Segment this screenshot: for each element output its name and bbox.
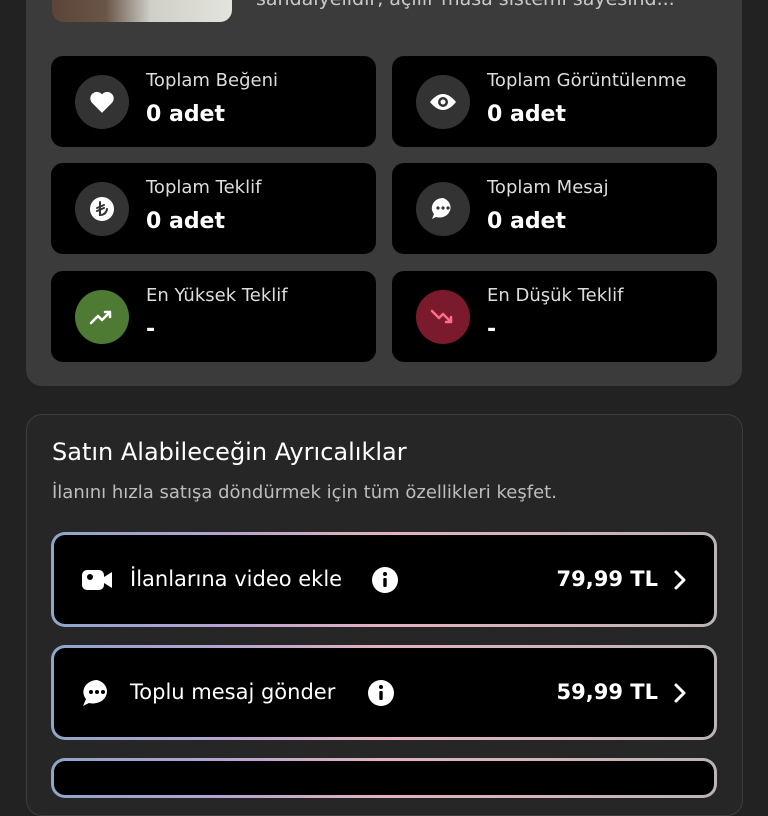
chat-bubble-icon	[80, 676, 114, 710]
privilege-price: 79,99 TL	[556, 567, 658, 591]
stat-value: 0 adet	[487, 209, 566, 234]
listing-description: sandalyelidir, açılır masa sistemi sayes…	[256, 0, 726, 10]
lira-icon	[75, 182, 129, 236]
stat-value: 0 adet	[146, 102, 225, 127]
stat-label: Toplam Teklif	[146, 177, 262, 198]
stat-label: En Düşük Teklif	[487, 285, 624, 306]
chevron-right-icon	[670, 565, 690, 595]
eye-icon	[416, 75, 470, 129]
privilege-bulk-message-button[interactable]: Toplu mesaj gönder 59,99 TL	[51, 645, 717, 740]
privileges-subtitle: İlanını hızla satışa döndürmek için tüm …	[52, 482, 557, 503]
stat-card-total-views: Toplam Görüntülenme 0 adet	[392, 56, 717, 147]
stat-label: Toplam Beğeni	[146, 70, 278, 91]
stat-card-total-likes: Toplam Beğeni 0 adet	[51, 56, 376, 147]
trend-down-icon	[416, 290, 470, 344]
video-camera-icon	[80, 563, 114, 597]
stat-value: -	[487, 317, 497, 342]
stat-label: Toplam Mesaj	[487, 177, 609, 198]
stat-card-lowest-offer: En Düşük Teklif -	[392, 271, 717, 362]
privileges-title: Satın Alabileceğin Ayrıcalıklar	[52, 438, 407, 466]
trend-up-icon	[75, 290, 129, 344]
heart-icon	[75, 75, 129, 129]
stat-card-highest-offer: En Yüksek Teklif -	[51, 271, 376, 362]
privilege-price: 59,99 TL	[556, 680, 658, 704]
stat-card-total-offers: Toplam Teklif 0 adet	[51, 163, 376, 254]
privilege-label: İlanlarına video ekle	[130, 567, 343, 591]
info-icon[interactable]	[371, 566, 399, 594]
listing-thumbnail[interactable]	[52, 0, 232, 22]
chevron-right-icon	[670, 678, 690, 708]
chat-icon	[416, 182, 470, 236]
privilege-next-button[interactable]	[51, 758, 717, 798]
stat-value: 0 adet	[146, 209, 225, 234]
stat-card-total-messages: Toplam Mesaj 0 adet	[392, 163, 717, 254]
privilege-label: Toplu mesaj gönder	[130, 680, 336, 704]
stat-value: -	[146, 317, 156, 342]
stat-value: 0 adet	[487, 102, 566, 127]
stat-label: Toplam Görüntülenme	[487, 70, 687, 91]
stat-label: En Yüksek Teklif	[146, 285, 288, 306]
privilege-video-button[interactable]: İlanlarına video ekle 79,99 TL	[51, 532, 717, 627]
info-icon[interactable]	[367, 679, 395, 707]
